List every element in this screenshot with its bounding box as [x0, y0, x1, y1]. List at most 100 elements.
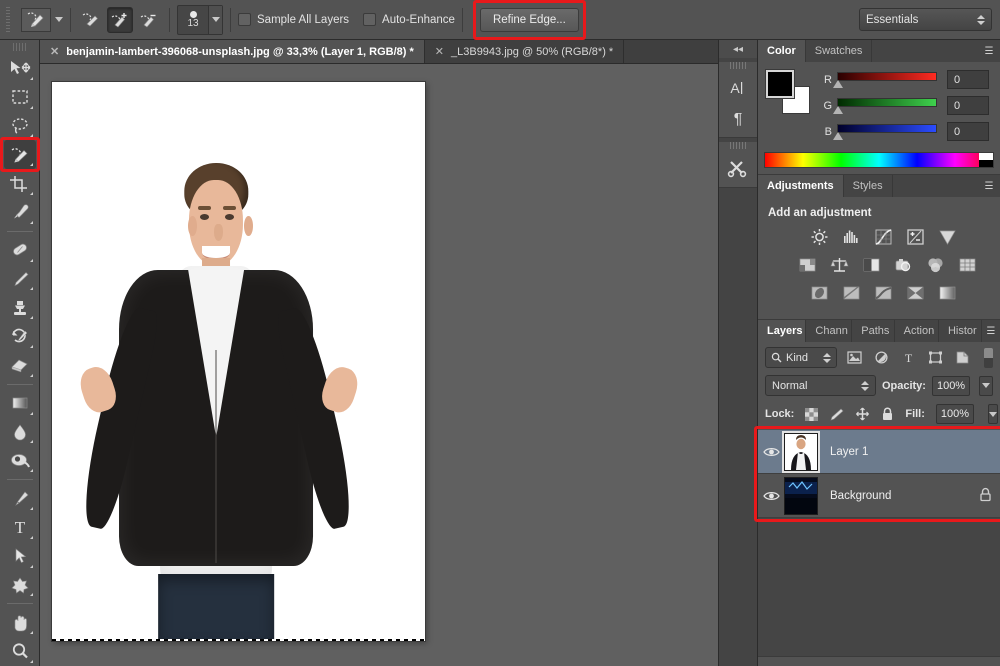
- tab-channels[interactable]: Chann: [806, 320, 853, 342]
- blend-mode-select[interactable]: Normal: [765, 375, 876, 396]
- opacity-chevron-icon[interactable]: [979, 375, 993, 396]
- options-bar-grip[interactable]: [3, 6, 13, 33]
- color-balance-icon[interactable]: [828, 255, 850, 275]
- tool-preset-picker[interactable]: [21, 7, 63, 32]
- slider-thumb-icon[interactable]: [833, 105, 843, 114]
- black-and-white-icon[interactable]: [860, 255, 882, 275]
- tab-styles[interactable]: Styles: [844, 175, 893, 197]
- workspace-selector[interactable]: Essentials: [859, 8, 992, 31]
- filter-smart-object-icon[interactable]: [952, 348, 972, 368]
- channel-value-g[interactable]: 0: [947, 96, 989, 115]
- table-row[interactable]: Layer 1: [758, 430, 1000, 474]
- collapse-panels-button[interactable]: ◂◂: [719, 40, 757, 58]
- clone-stamp-tool[interactable]: [4, 293, 36, 322]
- channel-value-b[interactable]: 0: [947, 122, 989, 141]
- spot-healing-brush-tool[interactable]: [4, 236, 36, 265]
- panel-menu-icon[interactable]: ☰: [978, 40, 1000, 62]
- tab-history[interactable]: Histor: [939, 320, 982, 342]
- zoom-tool[interactable]: [4, 637, 36, 666]
- sample-all-layers-checkbox[interactable]: Sample All Layers: [238, 13, 349, 26]
- filter-kind-select[interactable]: Kind: [765, 347, 837, 368]
- foreground-color-swatch[interactable]: [765, 69, 795, 99]
- tab-adjustments[interactable]: Adjustments: [758, 175, 844, 197]
- path-selection-tool[interactable]: [4, 542, 36, 571]
- refine-edge-button[interactable]: Refine Edge...: [479, 7, 579, 32]
- tab-layers[interactable]: Layers: [758, 320, 807, 342]
- exposure-icon[interactable]: [904, 227, 926, 247]
- add-to-selection-button[interactable]: [107, 6, 133, 33]
- channel-slider-g[interactable]: [833, 97, 937, 115]
- quick-selection-tool-icon[interactable]: [21, 7, 51, 32]
- tab-paths[interactable]: Paths: [852, 320, 895, 342]
- posterize-icon[interactable]: [840, 283, 862, 303]
- channel-value-r[interactable]: 0: [947, 70, 989, 89]
- filter-type-icon[interactable]: T: [898, 348, 918, 368]
- crop-tool[interactable]: [4, 169, 36, 198]
- selective-color-icon[interactable]: [904, 283, 926, 303]
- tools-panel-grip[interactable]: [12, 43, 27, 51]
- hue-saturation-icon[interactable]: [796, 255, 818, 275]
- tab-swatches[interactable]: Swatches: [806, 40, 873, 62]
- lock-position-icon[interactable]: [855, 407, 870, 422]
- panel-menu-icon[interactable]: ☰: [982, 320, 1000, 342]
- history-brush-tool[interactable]: [4, 322, 36, 351]
- dock-grip[interactable]: [730, 62, 746, 69]
- filter-shape-icon[interactable]: [925, 348, 945, 368]
- layer-visibility-toggle[interactable]: [758, 446, 784, 458]
- tab-color[interactable]: Color: [758, 40, 806, 62]
- sample-all-layers-box[interactable]: [238, 13, 251, 26]
- hand-tool[interactable]: [4, 608, 36, 637]
- tool-preset-chevron-icon[interactable]: [55, 17, 63, 22]
- fill-chevron-icon[interactable]: [988, 404, 999, 424]
- slider-thumb-icon[interactable]: [833, 79, 843, 88]
- levels-icon[interactable]: [840, 227, 862, 247]
- dodge-tool[interactable]: [4, 446, 36, 475]
- move-tool[interactable]: [4, 54, 36, 83]
- eraser-tool[interactable]: [4, 351, 36, 380]
- pen-tool[interactable]: [4, 484, 36, 513]
- curves-icon[interactable]: [872, 227, 894, 247]
- gradient-map-icon[interactable]: [936, 283, 958, 303]
- quick-selection-tool[interactable]: [0, 137, 40, 173]
- new-selection-button[interactable]: [78, 7, 104, 33]
- filter-pixel-icon[interactable]: [844, 348, 864, 368]
- tool-presets-panel-icon[interactable]: [722, 153, 754, 183]
- channel-slider-r[interactable]: [833, 71, 937, 89]
- character-panel-icon[interactable]: A: [722, 73, 754, 103]
- fill-value[interactable]: 100%: [935, 404, 975, 424]
- close-icon[interactable]: ✕: [435, 45, 444, 58]
- blend-mode-chevron-icon[interactable]: [860, 380, 869, 391]
- auto-enhance-checkbox[interactable]: Auto-Enhance: [363, 13, 455, 26]
- photo-filter-icon[interactable]: [892, 255, 914, 275]
- custom-shape-tool[interactable]: [4, 571, 36, 600]
- lock-all-icon[interactable]: [881, 407, 894, 422]
- color-spectrum-ramp[interactable]: [764, 152, 994, 168]
- filter-kind-chevron-icon[interactable]: [823, 352, 831, 363]
- blur-tool[interactable]: [4, 418, 36, 447]
- channel-mixer-icon[interactable]: [924, 255, 946, 275]
- vibrance-icon[interactable]: [936, 227, 958, 247]
- eyedropper-tool[interactable]: [4, 198, 36, 227]
- canvas-area[interactable]: [40, 64, 718, 666]
- type-tool[interactable]: T: [4, 513, 36, 542]
- filter-toggle-switch[interactable]: [984, 347, 993, 368]
- lock-transparency-icon[interactable]: [805, 407, 819, 422]
- paragraph-panel-icon[interactable]: ¶: [722, 103, 754, 133]
- subtract-from-selection-button[interactable]: [136, 7, 162, 33]
- lock-image-pixels-icon[interactable]: [829, 407, 844, 422]
- close-icon[interactable]: ✕: [50, 45, 59, 58]
- brush-picker-chevron-icon[interactable]: [208, 5, 222, 34]
- document-tab-secondary[interactable]: ✕ _L3B9943.jpg @ 50% (RGB/8*) *: [425, 40, 625, 63]
- threshold-icon[interactable]: [872, 283, 894, 303]
- brush-size-picker[interactable]: 13: [177, 4, 223, 35]
- brightness-contrast-icon[interactable]: [808, 227, 830, 247]
- invert-icon[interactable]: [808, 283, 830, 303]
- panel-menu-icon[interactable]: ☰: [978, 175, 1000, 197]
- layers-list-empty-area[interactable]: [758, 518, 1000, 656]
- filter-adjustment-icon[interactable]: [871, 348, 891, 368]
- rectangular-marquee-tool[interactable]: [4, 83, 36, 112]
- color-lookup-icon[interactable]: [956, 255, 978, 275]
- lasso-tool[interactable]: [4, 112, 36, 141]
- foreground-background-swatches[interactable]: [765, 69, 810, 114]
- channel-slider-b[interactable]: [833, 123, 937, 141]
